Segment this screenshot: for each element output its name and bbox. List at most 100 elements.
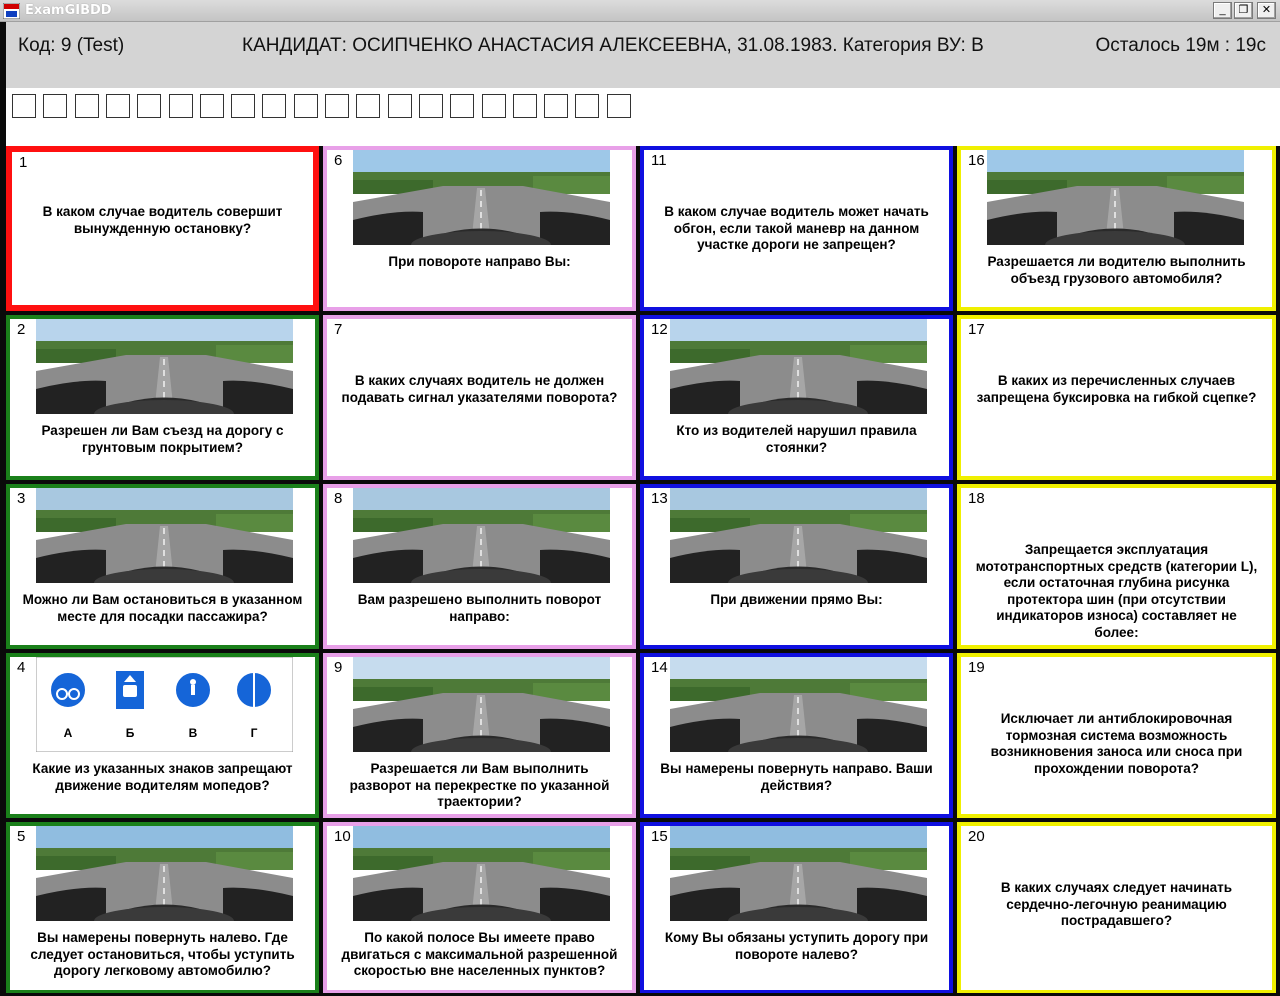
question-card-15[interactable]: 15 Кому Вы обязаны уступить дорогу при п… <box>640 822 953 994</box>
question-card-14[interactable]: 14 Вы намерены повернуть направо. Ваши д… <box>640 653 953 818</box>
progress-square <box>231 94 256 118</box>
question-image <box>670 826 927 921</box>
question-text: Кто из водителей нарушил правила стоянки… <box>676 423 917 455</box>
progress-square <box>481 94 506 118</box>
title-bar: ExamGIBDD _ ❐ ✕ <box>0 0 1280 22</box>
question-card-12[interactable]: 12 Кто из водителей нарушил правила стоя… <box>640 315 953 480</box>
question-image <box>670 488 927 583</box>
question-number: 13 <box>651 490 668 507</box>
progress-square <box>512 94 537 118</box>
road-signs-image: А Б В Г <box>36 657 293 752</box>
question-number: 20 <box>968 828 985 845</box>
question-number: 8 <box>334 490 343 507</box>
question-card-3[interactable]: 3 Можно ли Вам остановиться в указанном … <box>6 484 319 649</box>
question-card-4[interactable]: 4 А Б В Г Какие из указанных знаков запр… <box>6 653 319 818</box>
question-text: Исключает ли антиблокировочная тормозная… <box>990 711 1243 776</box>
question-number: 16 <box>968 152 985 169</box>
question-image <box>36 826 293 921</box>
question-image <box>670 319 927 414</box>
question-number: 12 <box>651 321 668 338</box>
question-card-8[interactable]: 8 Вам разрешено выполнить поворот направ… <box>323 484 636 649</box>
question-text: Разрешен ли Вам съезд на дорогу с грунто… <box>41 423 284 455</box>
question-text: Можно ли Вам остановиться в указанном ме… <box>22 592 303 624</box>
close-button[interactable]: ✕ <box>1257 2 1276 19</box>
question-card-11[interactable]: 11 В каком случае водитель может начать о… <box>640 146 953 311</box>
progress-square <box>606 94 631 118</box>
question-text: В каких из перечисленных случаев запреще… <box>976 373 1257 405</box>
progress-square <box>262 94 287 118</box>
progress-square <box>199 94 224 118</box>
question-grid: 1 В каком случае водитель совершит вынужд… <box>6 146 1280 994</box>
question-text: Кому Вы обязаны уступить дорогу при пово… <box>664 930 929 962</box>
question-text: В каком случае водитель совершит вынужде… <box>42 204 283 236</box>
progress-square <box>293 94 318 118</box>
question-card-19[interactable]: 19 Исключает ли антиблокировочная тормозн… <box>957 653 1276 818</box>
progress-square <box>12 94 36 118</box>
question-number: 15 <box>651 828 668 845</box>
question-number: 14 <box>651 659 668 676</box>
question-text: Разрешается ли водителю выполнить объезд… <box>987 254 1246 286</box>
progress-square <box>356 94 381 118</box>
question-number: 7 <box>334 321 343 338</box>
progress-square <box>450 94 475 118</box>
question-text: При повороте направо Вы: <box>388 254 571 269</box>
question-text: Запрещается эксплуатация мототранспортны… <box>975 542 1258 640</box>
progress-square <box>387 94 412 118</box>
question-text: По какой полосе Вы имеете право двигатьс… <box>341 930 618 978</box>
question-number: 5 <box>17 828 26 845</box>
window-title: ExamGIBDD <box>25 3 112 18</box>
question-text: Вам разрешено выполнить поворот направо: <box>357 592 602 624</box>
question-card-7[interactable]: 7 В каких случаях водитель не должен пода… <box>323 315 636 480</box>
question-card-20[interactable]: 20 В каких случаях следует начинать серде… <box>957 822 1276 994</box>
time-remaining: Осталось 19м : 19с <box>1095 35 1266 56</box>
question-image <box>670 657 927 752</box>
question-card-1[interactable]: 1 В каком случае водитель совершит вынужд… <box>6 146 319 311</box>
question-card-2[interactable]: 2 Разрешен ли Вам съезд на дорогу с грун… <box>6 315 319 480</box>
question-number: 11 <box>651 152 667 169</box>
question-card-13[interactable]: 13 При движении прямо Вы: <box>640 484 953 649</box>
question-image <box>987 150 1244 245</box>
sign-label: Г <box>251 726 258 740</box>
question-number: 1 <box>19 154 28 171</box>
progress-square <box>544 94 569 118</box>
question-number: 10 <box>334 828 351 845</box>
question-text: Вы намерены повернуть направо. Ваши дейс… <box>660 761 933 793</box>
question-card-10[interactable]: 10 По какой полосе Вы имеете право двига… <box>323 822 636 994</box>
question-card-16[interactable]: 16 Разрешается ли водителю выполнить объ… <box>957 146 1276 311</box>
sign-label: Б <box>126 726 135 740</box>
question-card-9[interactable]: 9 Разрешается ли Вам выполнить разворот … <box>323 653 636 818</box>
progress-square <box>74 94 99 118</box>
question-text: В каких случаях водитель не должен подав… <box>341 373 618 405</box>
question-text: Вы намерены повернуть налево. Где следуе… <box>30 930 295 978</box>
question-card-6[interactable]: 6 При повороте направо Вы: <box>323 146 636 311</box>
progress-square <box>43 94 68 118</box>
restore-button[interactable]: ❐ <box>1234 2 1253 19</box>
question-text: При движении прямо Вы: <box>710 592 883 607</box>
question-number: 6 <box>334 152 343 169</box>
question-text: В каких случаях следует начинать сердечн… <box>1000 880 1233 928</box>
question-number: 9 <box>334 659 343 676</box>
question-number: 4 <box>17 659 26 676</box>
progress-square <box>575 94 600 118</box>
sign-label: В <box>189 726 198 740</box>
question-text: Какие из указанных знаков запрещают движ… <box>32 761 293 793</box>
question-card-18[interactable]: 18 Запрещается эксплуатация мототранспорт… <box>957 484 1276 649</box>
question-image <box>36 319 293 414</box>
question-image <box>353 657 610 752</box>
question-image <box>353 150 610 245</box>
answer-progress <box>6 88 1280 146</box>
progress-square <box>418 94 443 118</box>
minimize-button[interactable]: _ <box>1213 2 1232 19</box>
question-image <box>353 826 610 921</box>
question-number: 2 <box>17 321 26 338</box>
question-card-17[interactable]: 17 В каких из перечисленных случаев запре… <box>957 315 1276 480</box>
progress-square <box>137 94 162 118</box>
question-card-5[interactable]: 5 Вы намерены повернуть налево. Где след… <box>6 822 319 994</box>
exam-header: Код: 9 (Test) КАНДИДАТ: ОСИПЧЕНКО АНАСТА… <box>6 22 1280 88</box>
question-number: 17 <box>968 321 985 338</box>
sign-label: А <box>64 726 73 740</box>
question-image <box>36 488 293 583</box>
question-image <box>353 488 610 583</box>
progress-square <box>325 94 349 118</box>
app-icon <box>3 3 20 19</box>
